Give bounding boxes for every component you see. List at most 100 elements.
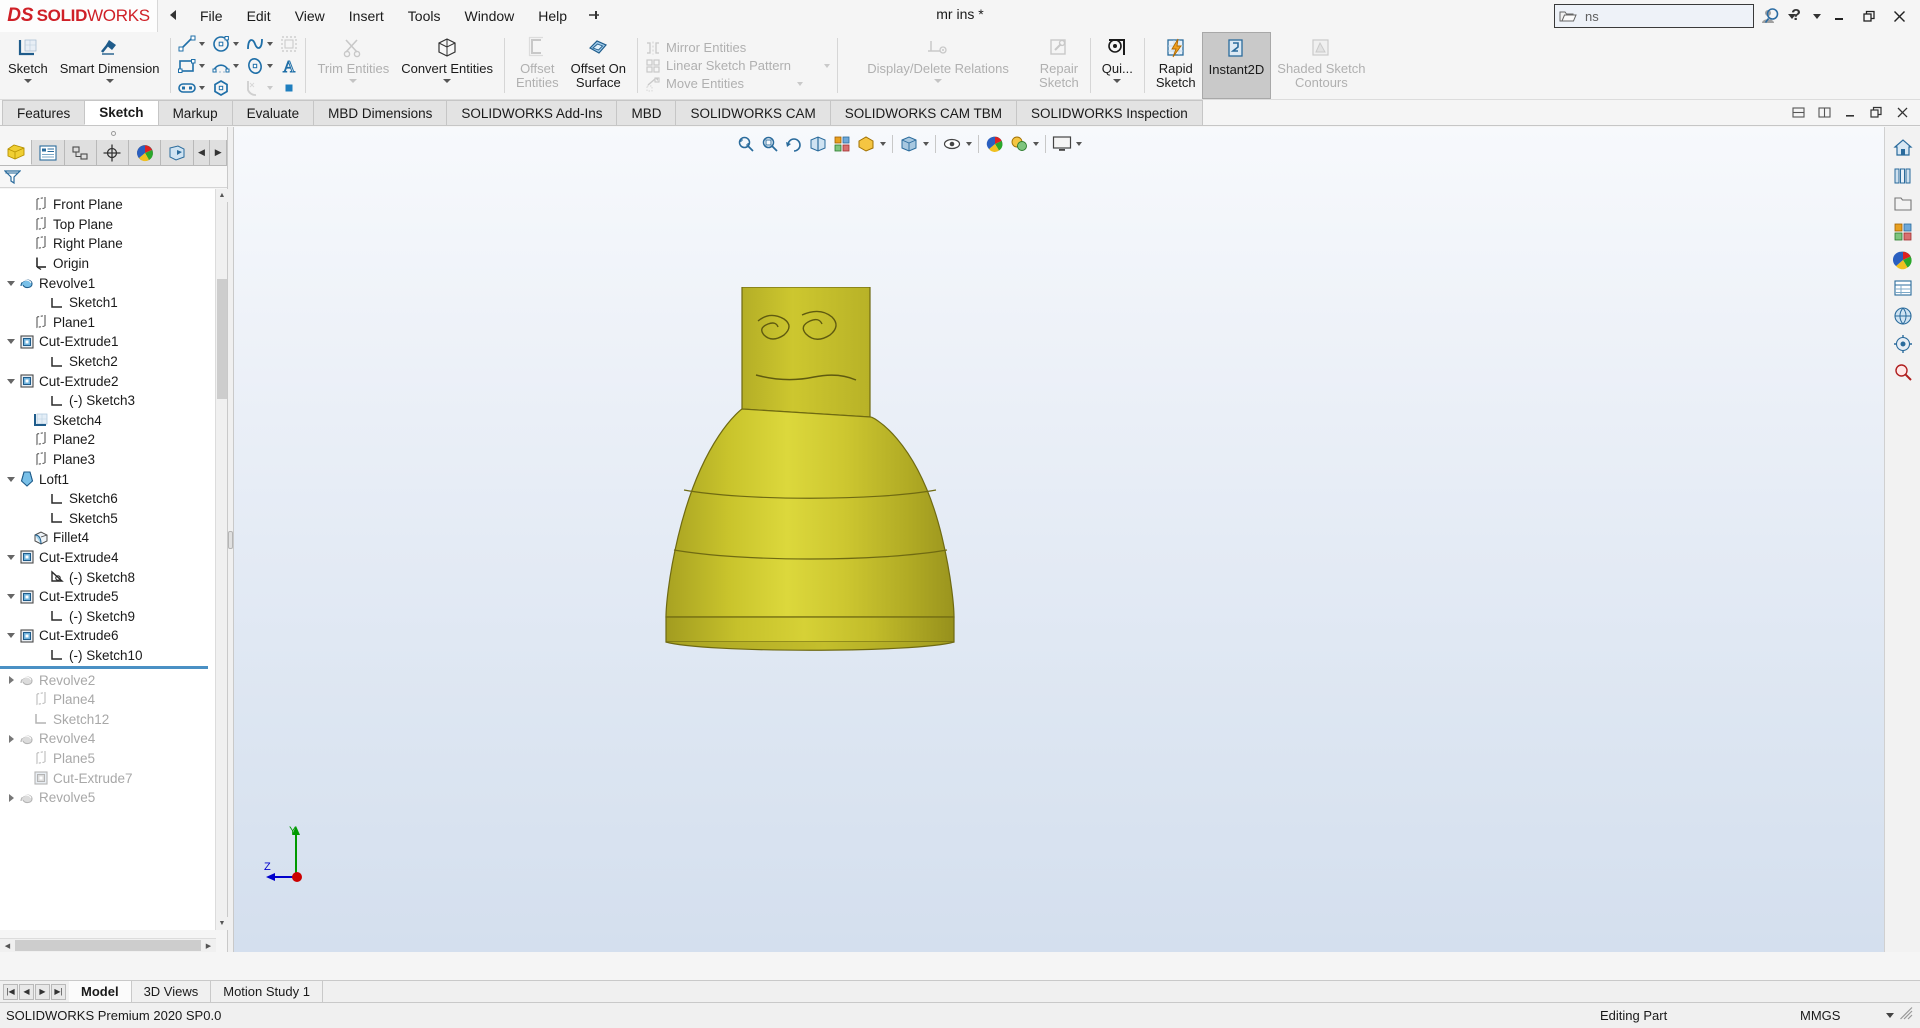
feature-manager-tab[interactable] bbox=[0, 140, 32, 165]
tree-item-loft1[interactable]: Loft1 bbox=[0, 469, 215, 489]
configuration-manager-tab[interactable] bbox=[65, 140, 97, 165]
scroll-right-arrow[interactable]: ▶ bbox=[202, 940, 215, 952]
menu-item-edit[interactable]: Edit bbox=[235, 4, 283, 28]
tree-collapse-icon[interactable] bbox=[4, 281, 18, 286]
scene-dropdown-icon[interactable] bbox=[1031, 133, 1041, 155]
text-tool[interactable]: A bbox=[276, 55, 302, 77]
tree-item-sketch1[interactable]: Sketch1 bbox=[0, 293, 215, 313]
units-dropdown-icon[interactable] bbox=[1886, 1013, 1894, 1018]
close-button[interactable] bbox=[1884, 1, 1914, 31]
tab-mbd-dimensions[interactable]: MBD Dimensions bbox=[313, 100, 447, 125]
monitor-icon[interactable] bbox=[1050, 133, 1074, 155]
panel-tabs-scroll-right[interactable]: ▶ bbox=[210, 140, 227, 165]
tree-item-sketch6[interactable]: Sketch6 bbox=[0, 489, 215, 509]
tab-solidworks-cam-tbm[interactable]: SOLIDWORKS CAM TBM bbox=[830, 100, 1017, 125]
bottom-tab-3d-views[interactable]: 3D Views bbox=[132, 981, 212, 1002]
file-explorer-icon[interactable] bbox=[1888, 191, 1918, 217]
tree-item-cut-extrude6[interactable]: Cut-Extrude6 bbox=[0, 626, 215, 646]
rapid-sketch-button[interactable]: Rapid Sketch bbox=[1150, 32, 1202, 99]
display-style-dropdown-icon[interactable] bbox=[921, 133, 931, 155]
tab-evaluate[interactable]: Evaluate bbox=[232, 100, 315, 125]
home-icon[interactable] bbox=[1888, 135, 1918, 161]
document-minimize-icon[interactable] bbox=[1838, 102, 1862, 124]
monitor-dropdown-icon[interactable] bbox=[1074, 133, 1084, 155]
cam-icon[interactable] bbox=[1888, 331, 1918, 357]
library-icon[interactable] bbox=[1888, 163, 1918, 189]
minimize-button[interactable] bbox=[1824, 1, 1854, 31]
quick-snaps-dropdown-icon[interactable] bbox=[1113, 79, 1121, 83]
sketch-dropdown-icon[interactable] bbox=[24, 79, 32, 83]
view-palette-icon[interactable] bbox=[1888, 219, 1918, 245]
graphics-area[interactable]: Y Z bbox=[234, 127, 1884, 952]
tree-item-sketch10[interactable]: (-) Sketch10 bbox=[0, 646, 215, 666]
arc-tool[interactable] bbox=[208, 55, 242, 77]
hide-show-icon[interactable] bbox=[940, 133, 964, 155]
restore-button[interactable] bbox=[1854, 1, 1884, 31]
instant2d-button[interactable]: Instant2D bbox=[1202, 32, 1272, 99]
dimxpert-manager-tab[interactable] bbox=[97, 140, 129, 165]
tree-item-cut-extrude5[interactable]: Cut-Extrude5 bbox=[0, 587, 215, 607]
tree-item-plane4[interactable]: Plane4 bbox=[0, 690, 215, 710]
tree-item-cut-extrude2[interactable]: Cut-Extrude2 bbox=[0, 371, 215, 391]
bottom-tab-motion-study[interactable]: Motion Study 1 bbox=[211, 981, 323, 1002]
tree-item-revolve5[interactable]: Revolve5 bbox=[0, 788, 215, 808]
spline-tool[interactable] bbox=[242, 33, 276, 55]
line-tool[interactable] bbox=[174, 33, 208, 55]
menu-item-help[interactable]: Help bbox=[526, 4, 579, 28]
help-dropdown-icon[interactable] bbox=[1810, 1, 1824, 31]
view-orientation-icon[interactable] bbox=[830, 133, 854, 155]
bottom-tab-model[interactable]: Model bbox=[69, 981, 132, 1002]
scroll-down-arrow[interactable]: ▼ bbox=[216, 917, 228, 930]
nav-first-button[interactable]: |◀ bbox=[3, 984, 18, 1000]
scroll-thumb-vertical[interactable] bbox=[217, 279, 227, 399]
circle-dropdown-icon[interactable] bbox=[233, 42, 239, 46]
zoom-fit-icon[interactable] bbox=[734, 133, 758, 155]
scroll-up-arrow[interactable]: ▲ bbox=[216, 189, 228, 202]
menu-item-window[interactable]: Window bbox=[452, 4, 526, 28]
tab-solidworks-inspection[interactable]: SOLIDWORKS Inspection bbox=[1016, 100, 1203, 125]
nav-last-button[interactable]: ▶| bbox=[51, 984, 66, 1000]
convert-entities-button[interactable]: Convert Entities bbox=[395, 32, 499, 99]
tree-expand-icon[interactable] bbox=[4, 676, 18, 684]
appearance-icon[interactable] bbox=[983, 133, 1007, 155]
nav-next-button[interactable]: ▶ bbox=[35, 984, 50, 1000]
feature-tree-scrollbar-horizontal[interactable]: ◀ ▶ bbox=[0, 938, 216, 952]
tab-mbd[interactable]: MBD bbox=[616, 100, 676, 125]
inspection-icon[interactable] bbox=[1888, 359, 1918, 385]
tab-sketch[interactable]: Sketch bbox=[84, 100, 158, 125]
menu-collapse-icon[interactable] bbox=[168, 9, 178, 24]
menu-item-tools[interactable]: Tools bbox=[396, 4, 453, 28]
tree-item-plane1[interactable]: Plane1 bbox=[0, 313, 215, 333]
tree-collapse-icon[interactable] bbox=[4, 633, 18, 638]
spline-dropdown-icon[interactable] bbox=[267, 42, 273, 46]
document-restore-icon[interactable] bbox=[1864, 102, 1888, 124]
panel-grip[interactable] bbox=[0, 127, 227, 140]
scroll-thumb-horizontal[interactable] bbox=[15, 940, 201, 951]
tab-markup[interactable]: Markup bbox=[158, 100, 233, 125]
property-manager-tab[interactable] bbox=[32, 140, 64, 165]
document-close-icon[interactable] bbox=[1890, 102, 1914, 124]
offset-on-surface-button[interactable]: Offset On Surface bbox=[565, 32, 632, 99]
tree-item-sketch9[interactable]: (-) Sketch9 bbox=[0, 606, 215, 626]
tree-item-front-plane[interactable]: Front Plane bbox=[0, 195, 215, 215]
solidworks-forum-icon[interactable] bbox=[1888, 303, 1918, 329]
part-model[interactable] bbox=[664, 287, 1084, 687]
point-tool[interactable] bbox=[276, 77, 302, 99]
previous-view-icon[interactable] bbox=[782, 133, 806, 155]
cam-feature-tab[interactable] bbox=[161, 140, 193, 165]
scroll-left-arrow[interactable]: ◀ bbox=[1, 940, 14, 952]
appearances-icon[interactable] bbox=[1888, 247, 1918, 273]
zoom-area-icon[interactable] bbox=[758, 133, 782, 155]
menu-item-view[interactable]: View bbox=[283, 4, 337, 28]
tree-collapse-icon[interactable] bbox=[4, 339, 18, 344]
rectangle-tool[interactable] bbox=[174, 55, 208, 77]
tree-item-origin[interactable]: Origin bbox=[0, 254, 215, 274]
ellipse-tool[interactable] bbox=[242, 55, 276, 77]
tab-features[interactable]: Features bbox=[2, 100, 85, 125]
tree-item-cut-extrude1[interactable]: Cut-Extrude1 bbox=[0, 332, 215, 352]
search-dropdown-icon[interactable] bbox=[1788, 14, 1796, 19]
slot-dropdown-icon[interactable] bbox=[199, 86, 205, 90]
smart-dimension-dropdown-icon[interactable] bbox=[106, 79, 114, 83]
resize-grip-icon[interactable] bbox=[1900, 1007, 1914, 1024]
rectangle-dropdown-icon[interactable] bbox=[199, 64, 205, 68]
